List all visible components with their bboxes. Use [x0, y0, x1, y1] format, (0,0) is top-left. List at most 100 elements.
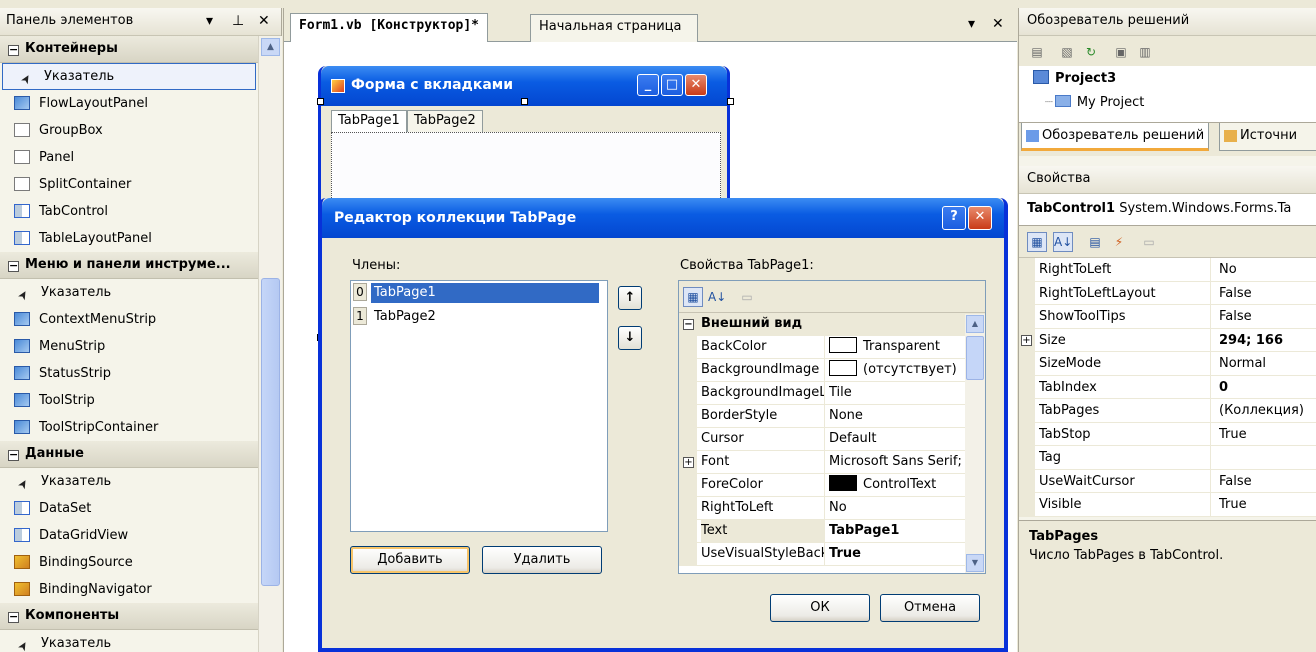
toolbox-category[interactable]: − Данные [0, 441, 258, 468]
property-value[interactable]: False [1219, 305, 1315, 328]
toolbox-item[interactable]: DataGridView [0, 522, 258, 549]
property-row[interactable]: BackColor Transparent [679, 336, 985, 359]
help-icon[interactable]: ? [942, 206, 966, 230]
tab-form1-designer[interactable]: Form1.vb [Конструктор]* [290, 13, 489, 42]
alphabetical-icon[interactable]: A↓ [707, 287, 727, 307]
property-value[interactable]: 294; 166 [1219, 329, 1315, 352]
properties-icon[interactable]: ▤ [1027, 42, 1047, 62]
show-all-files-icon[interactable]: ▧ [1057, 42, 1077, 62]
alphabetical-icon[interactable]: A↓ [1053, 232, 1073, 252]
property-row[interactable]: UseWaitCursor False [1019, 469, 1316, 494]
minimize-icon[interactable]: _ [637, 74, 659, 96]
toolbox-close-icon[interactable]: ✕ [258, 8, 270, 34]
property-row[interactable]: BorderStyle None [679, 405, 985, 428]
property-value[interactable]: No [1219, 258, 1315, 281]
toolbox-item[interactable]: StatusStrip [0, 360, 258, 387]
property-value[interactable]: TabPage1 [829, 520, 969, 542]
toolbox-item[interactable]: ToolStrip [0, 387, 258, 414]
toolbox-category[interactable]: − Контейнеры [0, 36, 258, 63]
move-up-button[interactable]: ↑ [618, 286, 642, 310]
property-row[interactable]: TabPages (Коллекция) [1019, 399, 1316, 423]
dialog-title-bar[interactable]: Редактор коллекции TabPage ? ✕ [322, 198, 1004, 238]
property-row[interactable]: RightToLeft No [679, 497, 985, 520]
toolbox-item[interactable]: BindingSource [0, 549, 258, 576]
property-pages-icon[interactable]: ▭ [737, 287, 757, 307]
form-tab-tabpage1[interactable]: TabPage1 [331, 110, 407, 132]
property-value[interactable]: (отсутствует) [829, 359, 969, 381]
events-icon[interactable]: ⚡ [1109, 232, 1129, 252]
property-row[interactable]: + Size 294; 166 [1019, 328, 1316, 353]
property-value[interactable]: No [829, 497, 969, 519]
collapse-icon[interactable]: − [8, 44, 19, 56]
move-down-button[interactable]: ↓ [618, 326, 642, 350]
categorized-icon[interactable]: ▦ [1027, 232, 1047, 252]
toolbox-scrollbar[interactable]: ▲ [258, 36, 282, 652]
toolbox-item[interactable]: DataSet [0, 495, 258, 522]
toolbox-item[interactable]: FlowLayoutPanel [0, 90, 258, 117]
categorized-icon[interactable]: ▦ [683, 287, 703, 307]
member-item[interactable]: 0 TabPage1 [353, 283, 605, 305]
toolbox-item[interactable]: MenuStrip [0, 333, 258, 360]
object-selector[interactable]: TabControl1 System.Windows.Forms.Ta [1019, 194, 1316, 226]
property-row[interactable]: Text TabPage1 [679, 520, 985, 543]
expand-icon[interactable]: + [1021, 334, 1032, 346]
tree-item-project[interactable]: Project3 [1033, 68, 1116, 90]
toolbox-item[interactable]: Указатель [2, 63, 256, 90]
close-icon[interactable]: ✕ [685, 74, 707, 96]
property-row[interactable]: RightToLeftLayout False [1019, 281, 1316, 306]
property-value[interactable]: ControlText [829, 474, 969, 496]
resize-handle[interactable] [521, 98, 528, 105]
toolbox-item[interactable]: GroupBox [0, 117, 258, 144]
expand-icon[interactable]: + [683, 457, 694, 468]
pin-icon[interactable]: ⊥ [232, 8, 244, 34]
property-row[interactable]: + Font Microsoft Sans Serif; [679, 451, 985, 474]
property-row[interactable]: ShowToolTips False [1019, 305, 1316, 329]
property-row[interactable]: BackgroundImageLayout Tile [679, 382, 985, 405]
property-value[interactable]: Transparent [829, 336, 969, 358]
property-value[interactable]: False [1219, 282, 1315, 305]
resize-handle[interactable] [727, 98, 734, 105]
property-row[interactable]: SizeMode Normal [1019, 352, 1316, 376]
properties-view-icon[interactable]: ▤ [1085, 232, 1105, 252]
property-value[interactable]: True [1219, 423, 1315, 446]
view-designer-icon[interactable]: ▥ [1135, 42, 1155, 62]
maximize-icon[interactable]: □ [661, 74, 683, 96]
view-code-icon[interactable]: ▣ [1111, 42, 1131, 62]
property-row[interactable]: ForeColor ControlText [679, 474, 985, 497]
tab-start-page[interactable]: Начальная страница [530, 14, 698, 42]
add-button[interactable]: Добавить [350, 546, 470, 574]
scroll-up-icon[interactable]: ▲ [966, 315, 984, 333]
tab-solution-explorer[interactable]: Обозреватель решений [1021, 123, 1210, 151]
property-value[interactable]: Normal [1219, 352, 1315, 375]
collapse-icon[interactable]: − [8, 611, 19, 623]
scroll-thumb[interactable] [966, 336, 984, 380]
property-row[interactable]: BackgroundImage (отсутствует) [679, 359, 985, 382]
remove-button[interactable]: Удалить [482, 546, 602, 574]
property-row[interactable]: Cursor Default [679, 428, 985, 451]
ok-button[interactable]: ОК [770, 594, 870, 622]
toolbox-item[interactable]: Panel [0, 144, 258, 171]
toolbox-item[interactable]: ToolStripContainer [0, 414, 258, 441]
property-value[interactable]: True [829, 543, 969, 565]
property-row[interactable]: Visible True [1019, 493, 1316, 517]
property-value[interactable]: True [1219, 493, 1315, 516]
property-row[interactable]: TabIndex 0 [1019, 375, 1316, 400]
toolbox-item[interactable]: SplitContainer [0, 171, 258, 198]
property-value[interactable]: None [829, 405, 969, 427]
toolbox-item[interactable]: Указатель [0, 630, 258, 652]
property-value[interactable]: (Коллекция) [1219, 399, 1315, 422]
refresh-icon[interactable]: ↻ [1081, 42, 1101, 62]
toolbox-item[interactable]: Указатель [0, 279, 258, 306]
resize-handle[interactable] [317, 98, 324, 105]
members-list[interactable]: 0 TabPage1 1 TabPage2 [350, 280, 608, 532]
toolbox-category[interactable]: − Компоненты [0, 603, 258, 630]
property-row[interactable]: RightToLeft No [1019, 258, 1316, 282]
property-value[interactable]: False [1219, 470, 1315, 493]
property-value[interactable]: Default [829, 428, 969, 450]
tab-data-sources[interactable]: Источни [1219, 123, 1316, 151]
toolbox-item[interactable]: TableLayoutPanel [0, 225, 258, 252]
doc-dropdown-icon[interactable]: ▾ [968, 16, 975, 32]
member-item[interactable]: 1 TabPage2 [353, 307, 605, 329]
property-grid-scrollbar[interactable]: ▲ ▼ [965, 314, 985, 573]
doc-close-icon[interactable]: ✕ [992, 16, 1004, 32]
